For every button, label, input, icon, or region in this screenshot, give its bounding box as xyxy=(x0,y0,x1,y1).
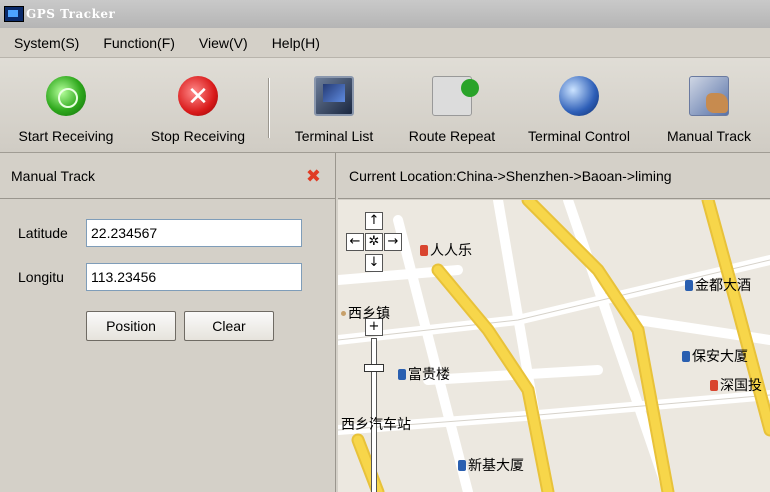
stop-receiving-label: Stop Receiving xyxy=(150,128,246,144)
longitude-input[interactable] xyxy=(86,263,302,291)
stop-receiving-icon: ✕ xyxy=(178,76,218,116)
toolbar: Start Receiving ✕ Stop Receiving Termina… xyxy=(0,58,770,153)
manual-track-button[interactable]: Manual Track xyxy=(650,58,768,153)
terminal-list-button[interactable]: Terminal List xyxy=(274,58,394,153)
poi[interactable]: 人人乐 xyxy=(420,240,472,260)
panel-header: Manual Track ✖ xyxy=(0,153,335,199)
clear-button[interactable]: Clear xyxy=(184,311,274,341)
poi-label: 富贵楼 xyxy=(408,367,450,383)
terminal-control-label: Terminal Control xyxy=(528,128,630,144)
start-receiving-icon xyxy=(46,76,86,116)
poi-label: 人人乐 xyxy=(430,243,472,259)
poi-label: 西乡汽车站 xyxy=(341,417,411,433)
minor-road xyxy=(563,200,673,492)
poi[interactable]: 新基大厦 xyxy=(458,455,524,475)
window-title: GPS Tracker xyxy=(26,7,116,21)
poi-pin-icon xyxy=(710,379,718,391)
longitude-label: Longitu xyxy=(18,269,64,285)
longitude-row: Longitu xyxy=(18,263,302,291)
poi-pin-icon xyxy=(682,350,690,362)
poi[interactable]: 金都大酒 xyxy=(685,275,751,295)
major-road xyxy=(521,200,675,492)
poi-pin-icon xyxy=(458,459,466,471)
poi[interactable]: 西乡镇 xyxy=(341,303,390,323)
monitor-icon xyxy=(314,76,354,116)
pan-up-button[interactable]: ↑ xyxy=(365,212,383,230)
pan-center-button[interactable]: ✲ xyxy=(365,233,383,251)
close-icon[interactable]: ✖ xyxy=(306,167,321,185)
zoom-slider-handle[interactable] xyxy=(364,364,384,372)
manual-track-panel: Manual Track ✖ Latitude Longitu Position… xyxy=(0,153,336,492)
latitude-label: Latitude xyxy=(18,225,68,241)
menu-help[interactable]: Help(H) xyxy=(272,35,320,51)
latitude-input[interactable] xyxy=(86,219,302,247)
globe-monitor-icon xyxy=(559,76,599,116)
poi-pin-icon xyxy=(420,244,428,256)
current-location: Current Location:China->Shenzhen->Baoan-… xyxy=(338,153,770,199)
route-repeat-label: Route Repeat xyxy=(408,128,496,144)
poi-pin-icon xyxy=(398,368,406,380)
hand-icon xyxy=(689,76,729,116)
poi-label: 新基大厦 xyxy=(468,458,524,474)
start-receiving-label: Start Receiving xyxy=(18,128,114,144)
app-icon xyxy=(4,6,24,22)
title-bar: GPS Tracker xyxy=(0,0,770,28)
minor-road xyxy=(393,215,473,492)
map-canvas[interactable]: ↑ ← ✲ → ↓ + 人人乐 金都大酒 西乡镇 富贵楼 保安大厦 深国投 西乡… xyxy=(338,200,770,492)
menu-view[interactable]: View(V) xyxy=(199,35,248,51)
map-area: Current Location:China->Shenzhen->Baoan-… xyxy=(338,153,770,492)
terminal-control-button[interactable]: Terminal Control xyxy=(514,58,644,153)
poi-label: 金都大酒 xyxy=(695,278,751,294)
panel-title: Manual Track xyxy=(11,167,96,184)
latitude-row: Latitude xyxy=(18,219,302,247)
stop-receiving-button[interactable]: ✕ Stop Receiving xyxy=(134,58,262,153)
terminal-list-label: Terminal List xyxy=(294,128,374,144)
position-button[interactable]: Position xyxy=(86,311,176,341)
route-repeat-button[interactable]: Route Repeat xyxy=(392,58,512,153)
start-receiving-button[interactable]: Start Receiving xyxy=(2,58,130,153)
poi-pin-icon xyxy=(685,279,693,291)
poi[interactable]: 保安大厦 xyxy=(682,346,748,366)
poi[interactable]: 深国投 xyxy=(710,375,762,395)
pan-right-button[interactable]: → xyxy=(384,233,402,251)
play-icon xyxy=(432,76,479,116)
menu-bar: System(S) Function(F) View(V) Help(H) xyxy=(0,28,770,58)
menu-system[interactable]: System(S) xyxy=(14,35,79,51)
pan-left-button[interactable]: ← xyxy=(346,233,364,251)
poi-label: 保安大厦 xyxy=(692,349,748,365)
poi-label: 深国投 xyxy=(720,378,762,394)
poi-dot-icon xyxy=(341,310,346,316)
pan-down-button[interactable]: ↓ xyxy=(365,254,383,272)
menu-function[interactable]: Function(F) xyxy=(103,35,175,51)
poi[interactable]: 西乡汽车站 xyxy=(341,414,411,434)
poi-label: 西乡镇 xyxy=(348,306,390,322)
poi[interactable]: 富贵楼 xyxy=(398,364,450,384)
manual-track-label: Manual Track xyxy=(666,128,752,144)
toolbar-separator xyxy=(268,78,270,138)
